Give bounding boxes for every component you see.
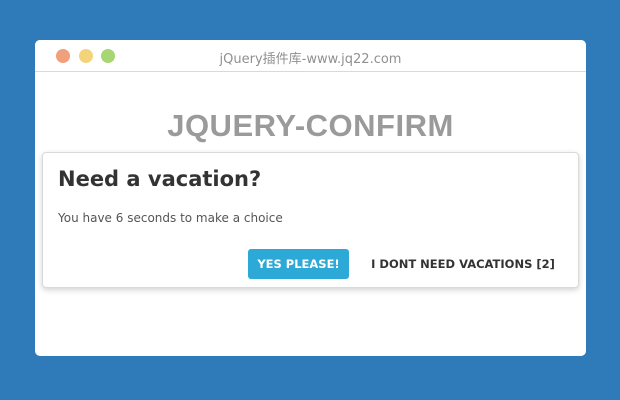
dialog-title: Need a vacation? [58, 167, 262, 191]
window-titlebar: jQuery插件库-www.jq22.com [35, 40, 586, 72]
confirm-button[interactable]: YES PLEASE! [248, 249, 349, 279]
dialog-message: You have 6 seconds to make a choice [58, 211, 283, 225]
browser-window: jQuery插件库-www.jq22.com JQUERY-CONFIRM Ne… [35, 40, 586, 356]
confirm-dialog: Need a vacation? You have 6 seconds to m… [42, 152, 579, 288]
cancel-button[interactable]: I DONT NEED VACATIONS [2] [358, 249, 568, 279]
window-content: JQUERY-CONFIRM Need a vacation? You have… [35, 72, 586, 356]
page-heading: JQUERY-CONFIRM [167, 108, 454, 143]
window-title: jQuery插件库-www.jq22.com [219, 52, 402, 67]
